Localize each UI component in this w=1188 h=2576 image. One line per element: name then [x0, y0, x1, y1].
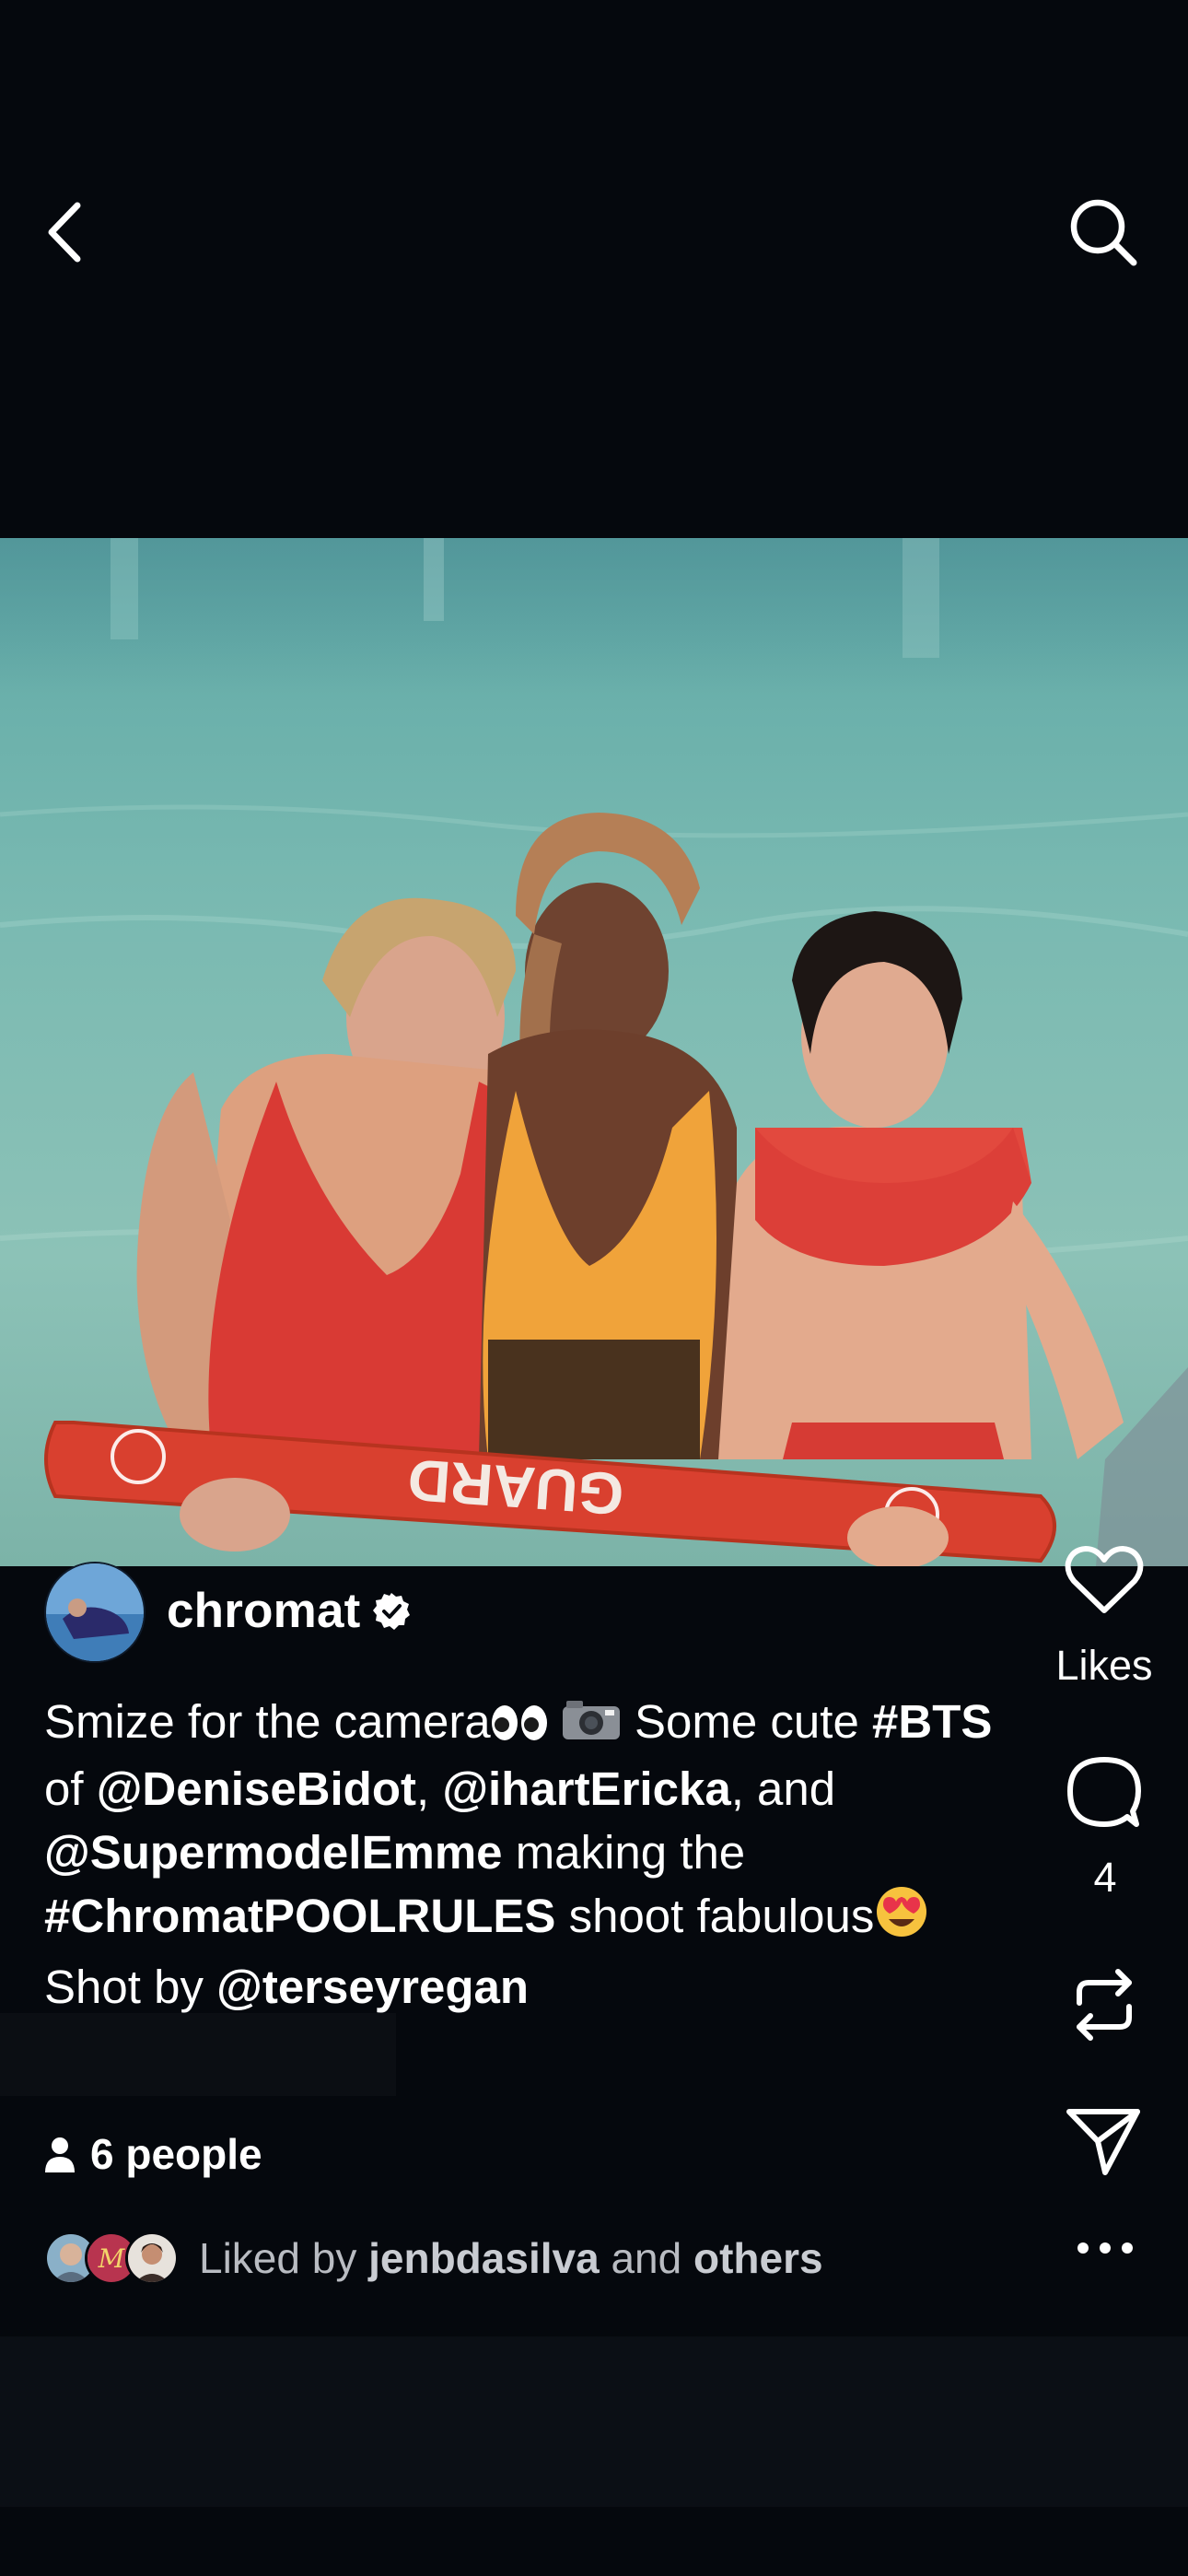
- caption-text: Shot by: [44, 1961, 217, 2014]
- comment-count[interactable]: 4: [1068, 1854, 1142, 1902]
- liked-by-text[interactable]: Liked by jenbdasilva and others: [199, 2233, 823, 2283]
- svg-text:M: M: [98, 2243, 126, 2274]
- author-username[interactable]: chromat: [167, 1583, 361, 1639]
- likes-label[interactable]: Likes: [1050, 1642, 1159, 1690]
- post-photo[interactable]: GUARD: [0, 538, 1188, 1566]
- post-caption: Smize for the camera Some cute #BTS of @…: [44, 1690, 1020, 2019]
- eyes-emoji: [491, 1693, 548, 1757]
- mention-link[interactable]: @ihartEricka: [442, 1762, 730, 1815]
- tagged-people-button[interactable]: 6 people: [44, 2128, 262, 2180]
- caption-text: , and: [730, 1762, 836, 1816]
- mention-link[interactable]: @terseyregan: [216, 1961, 529, 2013]
- author-avatar[interactable]: [44, 1562, 146, 1663]
- hashtag-link[interactable]: #ChromatPOOLRULES: [44, 1890, 555, 1942]
- liked-by-prefix: Liked by: [199, 2234, 369, 2282]
- caption-text: making the: [502, 1826, 746, 1879]
- home-indicator-area: [0, 2507, 1188, 2576]
- repost-button[interactable]: [1068, 1966, 1140, 2043]
- caption-overlay-strip: [0, 2013, 396, 2096]
- avatar: [125, 2231, 179, 2285]
- caption-text: shoot fabulous: [555, 1890, 875, 1943]
- search-icon: [1070, 199, 1137, 266]
- verified-badge-icon: [372, 1592, 411, 1631]
- camera-with-flash-emoji: [561, 1693, 622, 1757]
- search-button[interactable]: [1066, 195, 1140, 269]
- back-button[interactable]: [37, 198, 96, 266]
- comment-icon: [1067, 1757, 1141, 1827]
- repost-icon: [1077, 1969, 1132, 2041]
- send-icon: [1066, 2109, 1140, 2175]
- caption-text: of: [44, 1762, 97, 1816]
- liked-by-user[interactable]: jenbdasilva: [368, 2234, 600, 2282]
- caption-text: Smize for the camera: [44, 1695, 491, 1748]
- bottom-panel: [0, 2336, 1188, 2507]
- liked-by-avatars[interactable]: M: [44, 2231, 182, 2285]
- more-options-button[interactable]: [1076, 2239, 1135, 2257]
- person-icon: [44, 2136, 76, 2172]
- liked-by-others[interactable]: others: [693, 2234, 823, 2282]
- photo-image: GUARD: [0, 538, 1188, 1566]
- liked-by-and: and: [599, 2234, 693, 2282]
- share-button[interactable]: [1065, 2106, 1142, 2178]
- mention-link[interactable]: @SupermodelEmme: [44, 1826, 503, 1879]
- hashtag-link[interactable]: #BTS: [872, 1695, 992, 1748]
- chevron-left-icon: [48, 202, 81, 263]
- caption-text: Some cute: [621, 1695, 859, 1748]
- tagged-people-label: 6 people: [90, 2130, 262, 2178]
- caption-text: ,: [415, 1762, 443, 1816]
- heart-eyes-emoji: [874, 1884, 929, 1955]
- like-button[interactable]: [1065, 1544, 1144, 1616]
- mention-link[interactable]: @DeniseBidot: [97, 1762, 416, 1815]
- heart-icon: [1065, 1546, 1144, 1613]
- more-icon: [1077, 2242, 1133, 2254]
- comment-button[interactable]: [1066, 1754, 1142, 1830]
